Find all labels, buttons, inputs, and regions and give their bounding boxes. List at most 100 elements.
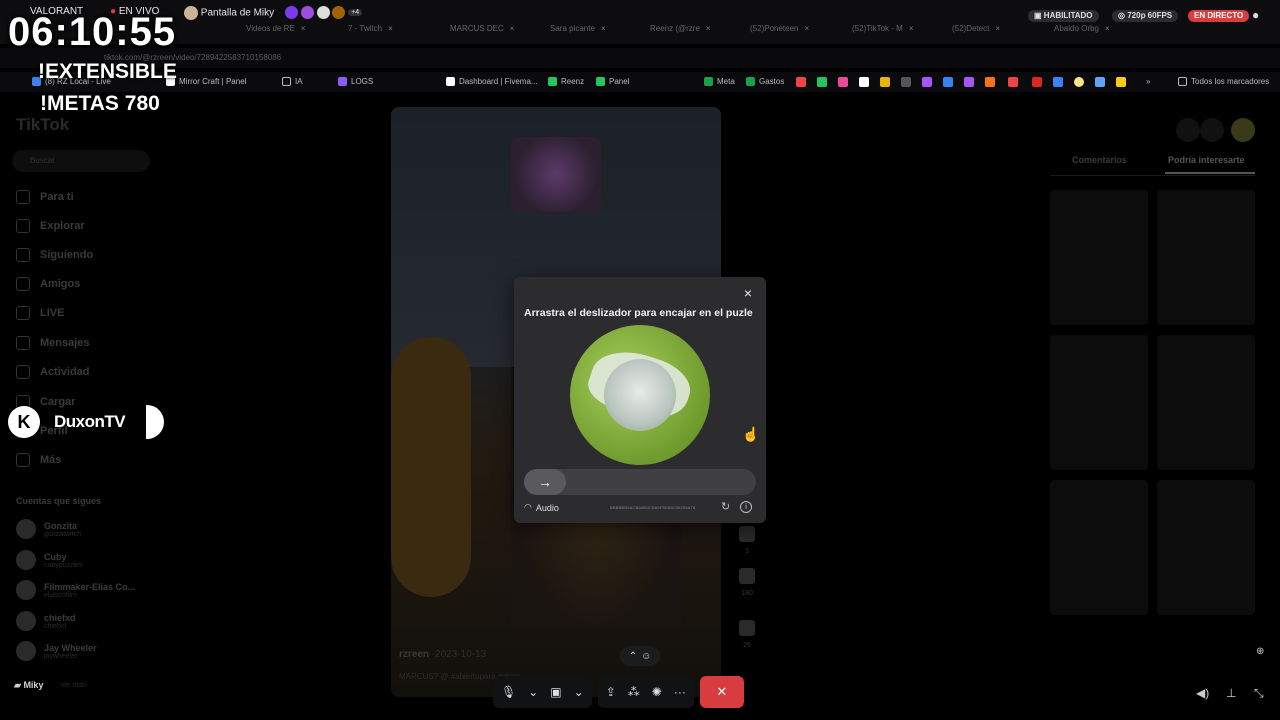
- close-icon[interactable]: ×: [301, 24, 306, 33]
- browser-tab[interactable]: Reenz (@rzre ×: [650, 24, 711, 42]
- volume-icon[interactable]: ◀): [1196, 686, 1209, 700]
- microphone-icon[interactable]: 🎙: [501, 685, 516, 699]
- search-input[interactable]: Buscar: [12, 150, 150, 172]
- bookmark-icon[interactable]: [796, 77, 806, 87]
- more-icon[interactable]: ···: [674, 685, 686, 699]
- close-icon[interactable]: ×: [706, 24, 711, 33]
- bookmark-icon[interactable]: [964, 77, 974, 87]
- comment-action[interactable]: 3: [736, 526, 758, 555]
- bookmark-icon[interactable]: [1053, 77, 1063, 87]
- browser-tab[interactable]: (52)TikTok - M ×: [852, 24, 914, 42]
- close-icon[interactable]: ×: [995, 24, 1000, 33]
- bookmark[interactable]: Panel: [596, 77, 629, 86]
- slider-handle[interactable]: →: [524, 469, 566, 495]
- close-icon[interactable]: ×: [388, 24, 393, 33]
- tab-suggested[interactable]: Podría interesarte: [1168, 155, 1245, 165]
- suggested-video[interactable]: [1050, 335, 1148, 470]
- bookmark-icon[interactable]: [838, 77, 848, 87]
- close-icon[interactable]: ×: [804, 24, 809, 33]
- chevron-down-icon[interactable]: ⌄: [528, 685, 538, 699]
- bookmark[interactable]: Dashboard | Fivema...: [446, 77, 538, 86]
- close-icon[interactable]: ×: [1105, 24, 1110, 33]
- following-account[interactable]: Cuby cubypuzzles: [16, 547, 83, 573]
- bookmark[interactable]: IA: [282, 77, 303, 86]
- bookmark[interactable]: Mirror Craft | Panel: [166, 77, 246, 86]
- suggested-video[interactable]: [1157, 335, 1255, 470]
- close-icon[interactable]: ×: [740, 285, 756, 301]
- bookmark[interactable]: Meta: [704, 77, 735, 86]
- end-call-button[interactable]: ✕: [699, 676, 744, 708]
- audio-button[interactable]: ◠ Audio: [524, 502, 559, 513]
- browser-tab[interactable]: (52)Detect ×: [952, 24, 1000, 42]
- chevron-down-icon[interactable]: ⌄: [574, 685, 584, 699]
- browser-tab[interactable]: (52)Poneteen ×: [750, 24, 809, 42]
- camera-off-icon[interactable]: ▣: [550, 685, 561, 699]
- bookmark-icon[interactable]: [901, 77, 911, 87]
- bookmark-icon[interactable]: [859, 77, 869, 87]
- suggested-video[interactable]: [1050, 480, 1148, 615]
- suggested-video[interactable]: [1050, 190, 1148, 325]
- info-icon[interactable]: i: [740, 501, 752, 513]
- bookmark-icon[interactable]: [943, 77, 953, 87]
- close-icon[interactable]: ×: [909, 24, 914, 33]
- bookmark-icon[interactable]: [1095, 77, 1105, 87]
- avatar[interactable]: [1231, 118, 1255, 142]
- bookmark[interactable]: Gastos: [746, 77, 784, 86]
- nav-for-you[interactable]: Para ti: [16, 188, 74, 206]
- browser-tab[interactable]: MARCUS DEC ×: [450, 24, 514, 42]
- inbox-icon[interactable]: [1200, 118, 1224, 142]
- settings-icon[interactable]: [1176, 118, 1200, 142]
- nav-more[interactable]: Más: [16, 451, 61, 469]
- bookmark-label: Mirror Craft | Panel: [179, 77, 247, 86]
- puzzle-inner-piece[interactable]: [604, 359, 676, 431]
- nav-explore[interactable]: Explorar: [16, 217, 85, 235]
- nav-messages[interactable]: Mensajes: [16, 334, 90, 352]
- bookmark[interactable]: Reenz: [548, 77, 584, 86]
- nav-following[interactable]: Siguiendo: [16, 246, 93, 264]
- share-count: 26: [743, 642, 751, 649]
- tiktok-logo[interactable]: TikTok: [16, 115, 69, 135]
- share-action[interactable]: 26: [736, 620, 758, 649]
- browser-tab[interactable]: Videos de RE ×: [246, 24, 305, 42]
- bookmark-icon[interactable]: [1032, 77, 1042, 87]
- nav-live[interactable]: LIVE: [16, 304, 64, 322]
- bookmark[interactable]: LOGS: [338, 77, 373, 86]
- bookmark-icon[interactable]: [1074, 77, 1084, 87]
- save-action[interactable]: 180: [736, 568, 758, 597]
- video-author[interactable]: rzreen 2023-10-13: [399, 649, 486, 660]
- browser-tab[interactable]: 7 - Twitch ×: [348, 24, 393, 42]
- close-icon[interactable]: ×: [510, 24, 515, 33]
- apps-icon[interactable]: ⁂: [628, 685, 640, 699]
- suggested-video[interactable]: [1157, 190, 1255, 325]
- bookmark-icon[interactable]: [922, 77, 932, 87]
- pin-icon[interactable]: ⊥: [1226, 686, 1236, 700]
- captcha-slider-track[interactable]: →: [524, 469, 756, 495]
- bookmark-icon[interactable]: [817, 77, 827, 87]
- screen-share-icon[interactable]: ⇪: [606, 685, 616, 699]
- browser-tab[interactable]: Sara picante ×: [550, 24, 606, 42]
- see-all-link[interactable]: Ver todo: [60, 672, 86, 698]
- all-bookmarks[interactable]: Todos los marcadores: [1178, 77, 1269, 86]
- close-icon[interactable]: ×: [601, 24, 606, 33]
- bookmark-icon[interactable]: [1116, 77, 1126, 87]
- following-account[interactable]: chiefxd chiefxd: [16, 608, 76, 634]
- bookmark-icon[interactable]: [1008, 77, 1018, 87]
- nav-activity[interactable]: Actividad: [16, 363, 90, 381]
- following-account[interactable]: Gonzita gonzatwitch: [16, 516, 81, 542]
- soundboard-icon[interactable]: ✺: [652, 685, 662, 699]
- following-account[interactable]: Filmmaker-Elias Co... eliascofilm: [16, 577, 135, 603]
- chat-icon[interactable]: ●: [1252, 9, 1259, 22]
- nav-friends[interactable]: Amigos: [16, 275, 80, 293]
- following-account[interactable]: Jay Wheeler jaywheeler: [16, 638, 97, 664]
- refresh-icon[interactable]: ↻: [721, 500, 730, 513]
- zoom-icon[interactable]: ⊕: [1256, 646, 1264, 657]
- browser-tab[interactable]: Abaldo Orbg ×: [1054, 24, 1110, 42]
- nav-label: Siguiendo: [40, 249, 94, 261]
- fullscreen-exit-icon[interactable]: ⤡: [1254, 686, 1264, 701]
- suggested-video[interactable]: [1157, 480, 1255, 615]
- bookmark-icon[interactable]: [880, 77, 890, 87]
- bookmarks-overflow-icon[interactable]: »: [1146, 77, 1150, 86]
- bookmark-icon[interactable]: [985, 77, 995, 87]
- tab-comments[interactable]: Comentarios: [1072, 155, 1127, 165]
- expand-participants-button[interactable]: ⌃ ☺: [620, 646, 660, 666]
